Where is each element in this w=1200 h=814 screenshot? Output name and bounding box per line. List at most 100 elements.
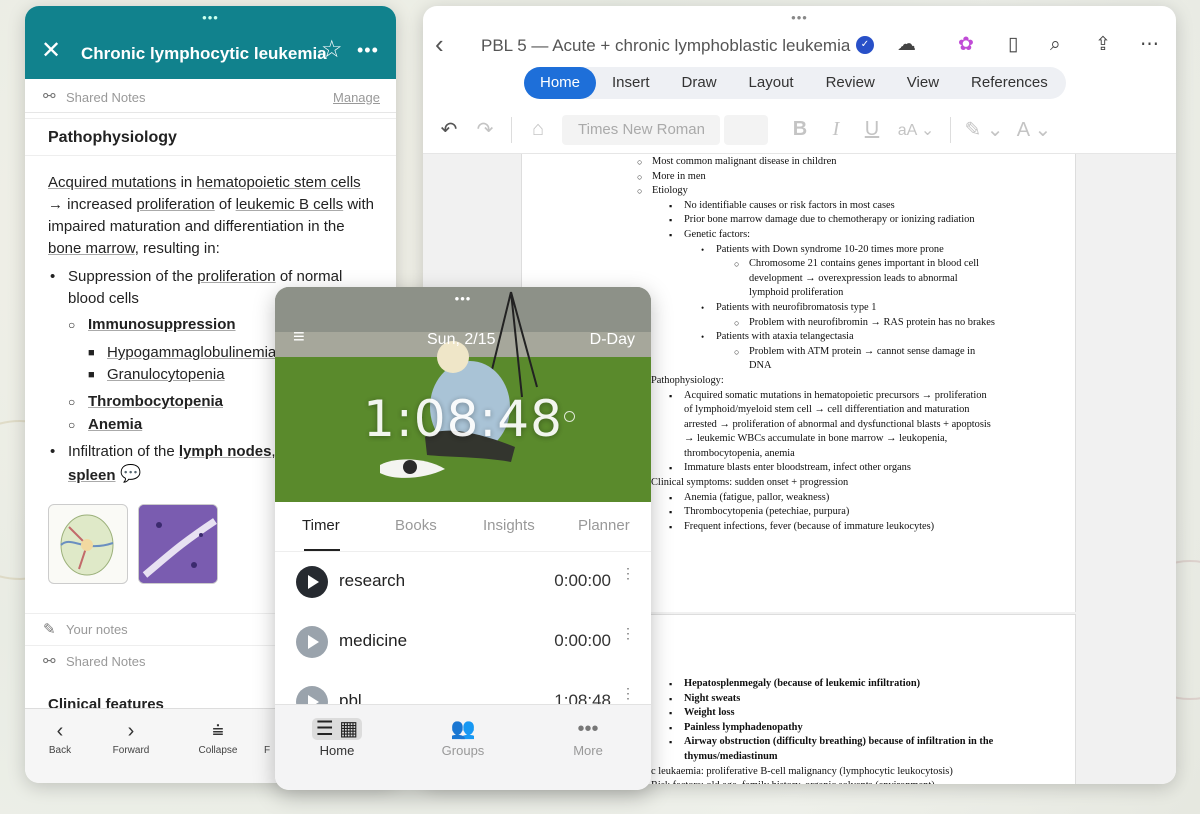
term-link[interactable]: spleen [68, 465, 116, 487]
dday-button[interactable]: D-Day [590, 331, 635, 349]
font-size-adjust-icon[interactable]: aA ⌄ [890, 120, 942, 140]
lymph-node-image[interactable] [48, 504, 128, 584]
more-icon[interactable]: ⋯ [1140, 34, 1159, 56]
document-line: ▪ No identifiable causes or risk factors … [522, 199, 995, 214]
search-icon[interactable]: ⌕ [1050, 34, 1061, 56]
section-header[interactable]: Pathophysiology [25, 118, 396, 156]
cloud-settings-icon[interactable]: ☁ [897, 34, 916, 56]
term-link[interactable]: bone marrow [48, 240, 135, 257]
kebab-menu-icon[interactable]: ⋮ [621, 686, 635, 700]
tab-planner[interactable]: Planner [578, 517, 630, 534]
underline-icon[interactable]: U [854, 118, 890, 141]
timer-display: 1:08:48 [363, 390, 563, 448]
nav-home[interactable]: ☰ ▦ Home [297, 715, 377, 758]
clinical-features-heading[interactable]: Clinical features [48, 696, 164, 708]
tab-books[interactable]: Books [395, 517, 437, 534]
tab-insights[interactable]: Insights [483, 517, 535, 534]
close-icon[interactable]: ✕ [41, 39, 61, 63]
term-link[interactable]: Hypogammaglobulinemia [107, 342, 276, 364]
divider [511, 116, 512, 143]
term-link[interactable]: leukemic B cells [236, 196, 344, 213]
term-link[interactable]: proliferation [136, 196, 214, 213]
subject-row[interactable]: medicine 0:00:00 ⋮ [275, 612, 651, 672]
italic-icon[interactable]: I [818, 118, 854, 141]
comment-icon[interactable]: 💬 [120, 463, 141, 485]
document-line-text: Painless lymphadenopathy [684, 721, 803, 733]
checkmark-icon[interactable]: ✓ [856, 36, 874, 54]
copilot-icon[interactable]: ✿ [958, 34, 974, 56]
tab-home[interactable]: Home [524, 67, 597, 99]
term-link[interactable]: Thrombocytopenia [88, 391, 223, 413]
tab-timer[interactable]: Timer [302, 517, 340, 534]
ribbon-tabs: Home Insert Draw Layout Review View Refe… [524, 67, 1066, 99]
subject-row[interactable]: research 0:00:00 ⋮ [275, 552, 651, 612]
window-grabber[interactable]: ••• [455, 292, 472, 305]
tab-insert[interactable]: Insert [596, 67, 666, 99]
format-painter-icon[interactable]: ⌂ [520, 118, 556, 141]
document-bullet: • [701, 302, 705, 313]
ribbon-toolbar: ↶ ↷ ⌂ Times New Roman B I U aA ⌄ ✎ ⌄ A ⌄ [423, 106, 1176, 154]
tab-review[interactable]: Review [810, 67, 891, 99]
document-bullet: ▪ [669, 215, 673, 226]
play-icon[interactable] [296, 626, 328, 658]
list-item-cont: blood cells [68, 290, 139, 307]
histology-image[interactable] [138, 504, 218, 584]
document-line-text: Prior bone marrow damage due to chemothe… [684, 214, 975, 226]
tab-references[interactable]: References [955, 67, 1064, 99]
term-link[interactable]: Immunosuppression [88, 314, 236, 336]
document-title[interactable]: PBL 5 — Acute + chronic lymphoblastic le… [481, 36, 850, 56]
forward-button[interactable]: › Forward [103, 717, 159, 756]
undo-icon[interactable]: ↶ [431, 117, 467, 142]
document-bullet: ▪ [669, 507, 673, 518]
kebab-menu-icon[interactable]: ⋮ [621, 626, 635, 640]
hamburger-menu-icon[interactable]: ≡ [293, 327, 305, 347]
document-line-text: Risk factors: old age, family history, o… [651, 780, 935, 784]
document-line-text: Thrombocytopenia (petechiae, purpura) [684, 506, 850, 518]
phone-icon[interactable]: ▯ [1008, 34, 1018, 56]
kebab-menu-icon[interactable]: ⋮ [621, 566, 635, 580]
tab-draw[interactable]: Draw [666, 67, 733, 99]
share-icon[interactable]: ⇪ [1095, 34, 1111, 56]
nav-more[interactable]: ••• More [548, 715, 628, 758]
shared-notes-bar: ⚯ Shared Notes Manage [25, 79, 396, 113]
collapse-button[interactable]: ⩧ Collapse [190, 717, 246, 756]
document-bullet: ▪ [669, 229, 673, 240]
term-link[interactable]: Acquired mutations [48, 174, 176, 191]
text: , resulting in: [134, 240, 220, 257]
bold-icon[interactable]: B [782, 118, 818, 141]
document-line-text: Most common malignant disease in childre… [652, 156, 837, 167]
window-grabber[interactable]: ••• [202, 11, 219, 24]
back-icon[interactable]: ‹ [435, 31, 444, 57]
text: of [214, 196, 236, 213]
term-link[interactable]: Anemia [88, 414, 142, 436]
document-line-text: Hepatosplenmegaly (because of leukemic i… [684, 678, 921, 689]
timer-window: ••• ≡ Sun, 2/15 D-Day 1:08:48 Timer Book… [275, 287, 651, 790]
document-line-text: Airway obstruction (difficulty breathing… [684, 736, 994, 748]
back-button[interactable]: ‹ Back [32, 717, 88, 756]
back-label: Back [48, 745, 72, 756]
term-link[interactable]: hematopoietic stem cells [196, 174, 360, 191]
star-icon[interactable]: ☆ [321, 38, 343, 62]
font-name-field[interactable]: Times New Roman [562, 114, 720, 145]
timer-tabs: Timer Books Insights Planner [275, 502, 651, 552]
document-line-text: → leukemic WBCs accumulate in bone marro… [684, 433, 948, 445]
document-bullet: • [701, 332, 705, 343]
nav-groups-label: Groups [441, 743, 485, 758]
play-icon[interactable] [296, 566, 328, 598]
font-size-field[interactable] [724, 114, 768, 145]
more-icon[interactable]: ••• [357, 41, 379, 59]
timer-info-icon[interactable] [564, 411, 575, 422]
redo-icon[interactable]: ↷ [467, 117, 503, 142]
term-link[interactable]: Granulocytopenia [107, 364, 225, 386]
manage-link[interactable]: Manage [333, 90, 380, 105]
highlighter-icon[interactable]: ✎ ⌄ [959, 117, 1009, 142]
term-link[interactable]: proliferation [197, 268, 275, 285]
nav-groups[interactable]: 👥 Groups [423, 715, 503, 758]
bullet-dot: • [50, 268, 56, 285]
font-color-icon[interactable]: A ⌄ [1009, 117, 1059, 142]
document-line-text: Problem with ATM protein → cannot sense … [749, 345, 976, 357]
tab-layout[interactable]: Layout [733, 67, 810, 99]
term-link[interactable]: lymph nodes [179, 443, 272, 460]
document-line: ▪ Genetic factors: [522, 228, 995, 243]
tab-view[interactable]: View [891, 67, 955, 99]
